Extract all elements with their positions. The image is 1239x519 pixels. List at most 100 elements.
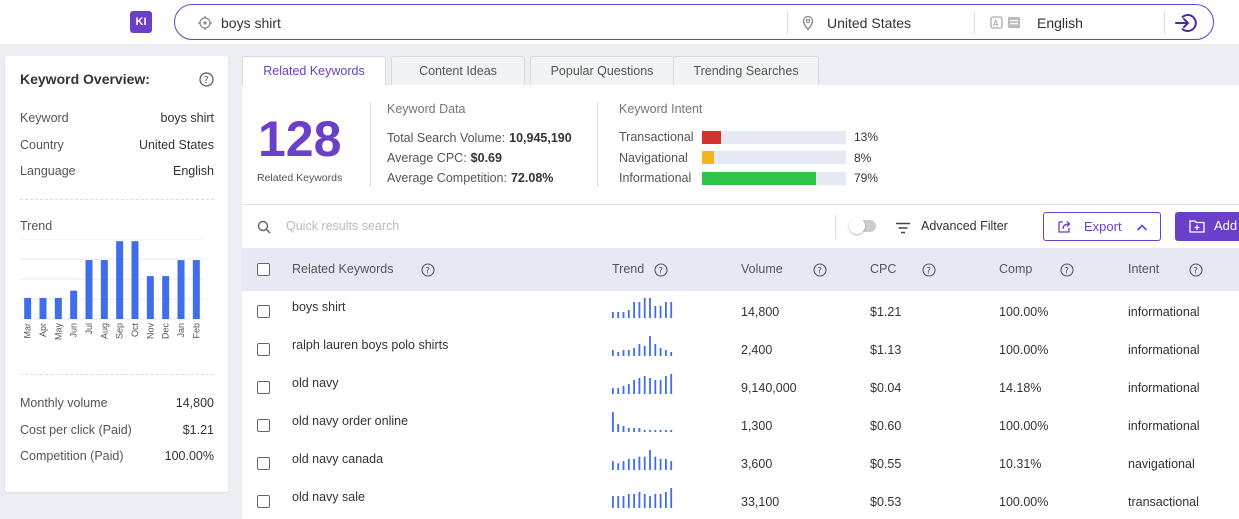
help-icon[interactable]: ?: [199, 72, 214, 92]
sparkline-bar: [670, 488, 673, 508]
comp-cell: 100.00%: [999, 419, 1049, 433]
tick-label: Mar: [23, 323, 33, 339]
help-icon[interactable]: ?: [922, 263, 936, 282]
intent-label: Transactional: [619, 130, 694, 144]
trend-sparkline: [612, 412, 673, 432]
app-logo[interactable]: KI: [130, 11, 152, 33]
keyword-cell[interactable]: old navy canada: [292, 452, 383, 466]
intent-label: Navigational: [619, 151, 688, 165]
help-icon[interactable]: ?: [654, 263, 668, 282]
table-row[interactable]: old navy order online 1,300 $0.60 100.00…: [242, 405, 1239, 443]
volume-cell: 9,140,000: [741, 381, 797, 395]
svg-text:A: A: [993, 19, 999, 28]
column-header-trend[interactable]: Trend: [612, 262, 644, 276]
table-row[interactable]: old navy canada 3,600 $0.55 10.31% navig…: [242, 443, 1239, 481]
tab-bar: Related Keywords Content Ideas Popular Q…: [242, 54, 1239, 86]
keyword-cell[interactable]: ralph lauren boys polo shirts: [292, 338, 448, 352]
intent-bar-informational: [702, 172, 846, 185]
divider: [20, 199, 214, 200]
keyword-input[interactable]: boys shirt: [221, 15, 281, 31]
table-row[interactable]: old navy sale 33,100 $0.53 100.00% trans…: [242, 481, 1239, 519]
tick-label: Aug: [99, 323, 109, 339]
sparkline-bar: [659, 380, 662, 394]
row-checkbox[interactable]: [257, 457, 270, 470]
column-header-intent[interactable]: Intent: [1128, 262, 1159, 276]
advanced-filter-button[interactable]: Advanced Filter: [921, 219, 1008, 233]
top-bar: KI boys shirt United States A English: [0, 0, 1239, 44]
sparkline-bar: [649, 378, 651, 394]
select-all-checkbox[interactable]: [257, 263, 270, 276]
divider: [242, 204, 1239, 205]
sparkline-bar: [638, 302, 641, 318]
keyword-cell[interactable]: old navy: [292, 376, 339, 390]
average-cpc: Average CPC: $0.69: [387, 151, 502, 165]
column-header-volume[interactable]: Volume: [741, 262, 783, 276]
divider: [787, 12, 788, 34]
tab-content-ideas[interactable]: Content Ideas: [391, 56, 525, 85]
tab-related-keywords[interactable]: Related Keywords: [242, 56, 386, 86]
trend-sparkline: [612, 336, 673, 356]
table-row[interactable]: old navy 9,140,000 $0.04 14.18% informat…: [242, 367, 1239, 405]
trend-bar: [100, 260, 108, 319]
sparkline-bar: [643, 376, 646, 394]
language-select[interactable]: English: [1037, 15, 1083, 31]
trend-bar: [146, 276, 154, 319]
sparkline-bar: [659, 306, 662, 318]
keyword-cell[interactable]: old navy sale: [292, 490, 365, 504]
sparkline-bar: [638, 378, 641, 394]
row-checkbox[interactable]: [257, 419, 270, 432]
cpc-cell: $0.53: [870, 495, 902, 509]
trend-chart: Mar Apr May Jun Jul Aug Sep Oct Nov Dec Jan Feb: [20, 239, 204, 340]
sparkline-bar: [633, 380, 635, 394]
country-select[interactable]: United States: [827, 15, 911, 31]
table-row[interactable]: boys shirt 14,800 $1.21 100.00% informat…: [242, 291, 1239, 329]
export-button[interactable]: Export: [1043, 212, 1161, 241]
sparkline-bar: [649, 430, 651, 432]
help-icon[interactable]: ?: [1060, 263, 1074, 282]
svg-text:?: ?: [1193, 266, 1198, 276]
filter-toggle[interactable]: [849, 218, 876, 234]
intent-cell: informational: [1128, 419, 1200, 433]
keyword-overview-panel: Keyword Overview: ? Keyword boys shirt Co…: [5, 56, 228, 492]
sparkline-bar: [638, 456, 641, 470]
tick-label: Oct: [130, 323, 140, 338]
value: $0.69: [470, 151, 502, 165]
divider: [20, 374, 214, 375]
sparkline-bar: [612, 312, 614, 318]
help-icon[interactable]: ?: [813, 263, 827, 282]
tab-trending-searches[interactable]: Trending Searches: [673, 56, 819, 85]
add-button[interactable]: Add: [1175, 212, 1239, 241]
tab-popular-questions[interactable]: Popular Questions: [530, 56, 674, 85]
table-header: Related Keywords ? Trend ? Volume ? CPC …: [242, 248, 1239, 291]
keyword-cell[interactable]: boys shirt: [292, 300, 346, 314]
sparkline-bar: [622, 350, 625, 356]
column-header-keyword[interactable]: Related Keywords: [292, 262, 393, 276]
trend-bar: [85, 260, 93, 319]
svg-text:?: ?: [425, 266, 430, 276]
label: Average Competition:: [387, 171, 507, 185]
sparkline-bar: [612, 388, 614, 394]
comp-cell: 10.31%: [999, 457, 1042, 471]
help-icon[interactable]: ?: [421, 263, 435, 282]
keyword-cell[interactable]: old navy order online: [292, 414, 408, 428]
sparkline-bar: [649, 450, 651, 470]
related-count-label: Related Keywords: [257, 172, 343, 184]
column-header-cpc[interactable]: CPC: [870, 262, 896, 276]
row-checkbox[interactable]: [257, 381, 270, 394]
trend-bar: [116, 241, 124, 319]
filter-lines-icon[interactable]: [895, 221, 911, 239]
row-checkbox[interactable]: [257, 305, 270, 318]
translate-icon: A: [990, 15, 1022, 36]
quick-search-input[interactable]: Quick results search: [286, 219, 399, 233]
search-submit-icon[interactable]: [1174, 12, 1198, 39]
table-row[interactable]: ralph lauren boys polo shirts 2,400 $1.1…: [242, 329, 1239, 367]
sparkline-bar: [659, 430, 662, 432]
sparkline-bar: [670, 302, 673, 318]
column-header-comp[interactable]: Comp: [999, 262, 1032, 276]
sparkline-bar: [627, 310, 630, 318]
sparkline-bar: [627, 458, 630, 470]
row-checkbox[interactable]: [257, 343, 270, 356]
row-checkbox[interactable]: [257, 495, 270, 508]
sparkline-bar: [622, 496, 625, 508]
help-icon[interactable]: ?: [1189, 263, 1203, 282]
